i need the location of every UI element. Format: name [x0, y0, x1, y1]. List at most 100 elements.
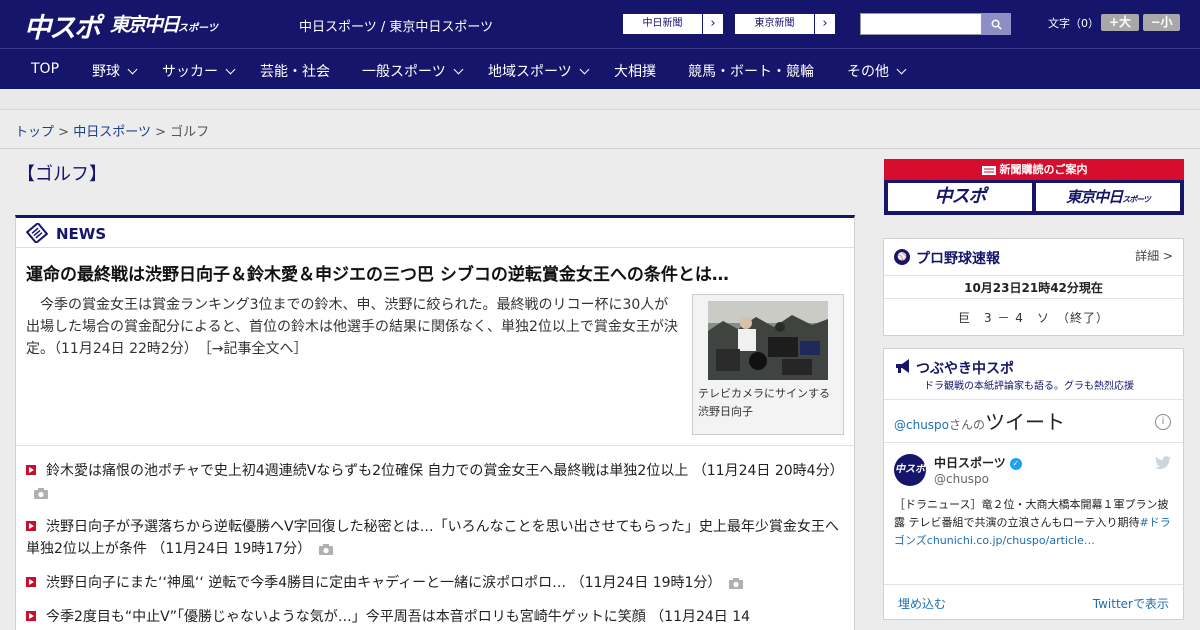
lead-photo[interactable] [708, 301, 828, 380]
baseball-scores-widget: ⚾ プロ野球速報 詳細 > 10月23日21時42分現在 巨 3 － 4 ソ （… [883, 238, 1184, 336]
font-smaller-button[interactable]: −小 [1143, 14, 1180, 31]
search-input[interactable] [860, 13, 982, 35]
tokyo-chunichi-logo-small: スポーツ [178, 23, 218, 34]
nav-label: その他 [847, 64, 889, 80]
subscription-banner[interactable]: 新聞購読のご案内 中スポ 東京中日スポーツ [884, 159, 1184, 215]
embed-link[interactable]: 埋め込む [898, 595, 946, 612]
divider [16, 445, 854, 446]
tweet-author-name[interactable]: 中日スポーツ ✓ [934, 454, 1022, 471]
nav-label: 芸能・社会 [260, 64, 330, 80]
subscription-header-text: 新聞購読のご案内 [999, 163, 1088, 176]
bullet-icon [26, 577, 36, 587]
lead-article-title[interactable]: 運命の最終戦は渋野日向子＆鈴木愛＆申ジエの三つ巴 シブコの逆転賞金女王への条件と… [26, 260, 826, 285]
subscription-header: 新聞購読のご案内 [884, 159, 1184, 180]
breadcrumb-current: ゴルフ [170, 125, 210, 140]
nav-item-entertainment[interactable]: 芸能・社会 [260, 61, 330, 81]
news-list-item[interactable]: 鈴木愛は痛恨の池ポチャで史上初4週連続Vならずも2位確保 自力での賞金女王へ最終… [26, 460, 846, 504]
view-on-twitter-link[interactable]: Twitterで表示 [1093, 595, 1169, 612]
baseball-score[interactable]: 巨 3 － 4 ソ （終了） [884, 309, 1183, 326]
nav-item-regional-sports[interactable]: 地域スポーツ [488, 61, 590, 81]
news-item-text: 今季2度目も“中止V”「優勝じゃないような気が…」今平周吾は本音ポロリも宮崎牛ゲ… [46, 609, 751, 625]
twitter-widget-subtitle: ドラ観戦の本紙評論家も語る。グラも熱烈応援 [924, 381, 1134, 392]
tokyo-chunichi-logo[interactable]: 東京中日スポーツ [110, 10, 218, 37]
main-nav: TOP 野球 サッカー 芸能・社会 一般スポーツ 地域スポーツ 大相撲 競馬・ボ… [0, 48, 1200, 89]
news-header: NEWS [16, 218, 854, 248]
tokyo-shimbun-label: 東京新聞 [735, 14, 815, 34]
verified-icon: ✓ [1009, 457, 1022, 470]
megaphone-icon [896, 359, 909, 373]
subscription-tokyo-logo-small: スポーツ [1122, 195, 1151, 204]
chunichi-shimbun-label: 中日新聞 [623, 14, 703, 34]
news-item-text: 渋野日向子にまた‘‘神風‘‘ 逆転で今季4勝目に定由キャディーと一緒に涙ポロポロ… [46, 575, 722, 591]
breadcrumb-section-link[interactable]: 中日スポーツ [73, 125, 151, 140]
news-list-item[interactable]: 渋野日向子が予選落ちから逆転優勝へV字回復した秘密とは…「いろんなことを思い出さ… [26, 516, 846, 560]
nav-item-top[interactable]: TOP [31, 61, 59, 77]
chunichi-shimbun-button[interactable]: 中日新聞 › [622, 13, 724, 35]
news-list-item[interactable]: 渋野日向子にまた‘‘神風‘‘ 逆転で今季4勝目に定由キャディーと一緒に涙ポロポロ… [26, 572, 846, 594]
chevron-down-icon [127, 64, 138, 75]
nav-item-general-sports[interactable]: 一般スポーツ [362, 61, 464, 81]
lead-photo-caption: テレビカメラにサインする渋野日向子 [698, 387, 830, 418]
nav-label: 大相撲 [614, 64, 656, 80]
twitter-widget: つぶやき中スポ ドラ観戦の本紙評論家も語る。グラも熱烈応援 @chuspoさんの… [883, 348, 1184, 620]
chuspo-logo[interactable]: 中スポ [24, 6, 101, 45]
baseball-scores-title: プロ野球速報 [916, 251, 1000, 267]
chevron-right-icon: › [710, 16, 716, 31]
info-icon[interactable]: i [1155, 414, 1171, 430]
chevron-down-icon [225, 64, 236, 75]
tokyo-chunichi-logo-text: 東京中日 [110, 14, 180, 36]
nav-item-sumo[interactable]: 大相撲 [614, 61, 656, 81]
twitter-widget-title: つぶやき中スポ [916, 361, 1014, 377]
site-header: 中スポ 東京中日スポーツ 中日スポーツ / 東京中日スポーツ 中日新聞 › 東京… [0, 0, 1200, 48]
font-size-label: 文字（0） [1048, 17, 1099, 30]
newspaper-icon [26, 223, 48, 243]
breadcrumb-separator: > [155, 125, 166, 140]
news-list: 鈴木愛は痛恨の池ポチャで史上初4週連続Vならずも2位確保 自力での賞金女王へ最終… [26, 460, 846, 630]
chevron-down-icon [579, 64, 590, 75]
nav-label: 競馬・ボート・競輪 [688, 64, 814, 80]
tweet-author-name-text: 中日スポーツ [934, 456, 1006, 470]
nav-item-baseball[interactable]: 野球 [92, 61, 138, 81]
site-name: 中日スポーツ / 東京中日スポーツ [299, 20, 494, 35]
news-list-item[interactable]: 今季2度目も“中止V”「優勝じゃないような気が…」今平周吾は本音ポロリも宮崎牛ゲ… [26, 606, 846, 628]
tweet-text: ［ドラニュース］竜２位・大商大橋本開幕１軍プラン披露 テレビ番組で共演の立浪さん… [894, 496, 1174, 550]
nav-item-other[interactable]: その他 [847, 61, 907, 81]
lead-article-body[interactable]: 今季の賞金女王は賞金ランキング3位までの鈴木、申、渋野に絞られた。最終戦のリコー… [26, 294, 678, 360]
breadcrumb: トップ > 中日スポーツ > ゴルフ [15, 121, 209, 140]
divider [884, 584, 1183, 585]
baseball-detail-link[interactable]: 詳細 > [1135, 247, 1173, 264]
subscription-tokyo-logo[interactable]: 東京中日スポーツ [1036, 183, 1180, 211]
baseball-update-time: 10月23日21時42分現在 [884, 275, 1183, 299]
tokyo-shimbun-button[interactable]: 東京新聞 › [734, 13, 836, 35]
tweet-author-handle[interactable]: @chuspo [934, 472, 989, 486]
chevron-down-icon [896, 64, 907, 75]
news-heading: NEWS [56, 225, 107, 243]
news-item-text: 渋野日向子が予選落ちから逆転優勝へV字回復した秘密とは…「いろんなことを思い出さ… [26, 519, 839, 557]
newspaper-icon [981, 165, 996, 175]
search-button[interactable] [982, 13, 1011, 35]
tweets-handle-link[interactable]: @chuspo [894, 418, 949, 432]
nav-label: サッカー [162, 64, 218, 80]
subscription-chuspo-logo[interactable]: 中スポ [888, 183, 1032, 211]
tweets-heading: @chuspoさんのツイート [894, 406, 1065, 435]
nav-item-soccer[interactable]: サッカー [162, 61, 236, 81]
font-larger-button[interactable]: +大 [1101, 14, 1139, 31]
nav-label: 一般スポーツ [362, 64, 446, 80]
search-icon [991, 19, 1002, 30]
nav-label: 地域スポーツ [488, 64, 572, 80]
tweet-link[interactable]: chunichi.co.jp/chuspo/article… [927, 534, 1095, 547]
breadcrumb-separator: > [58, 125, 70, 140]
lead-photo-box: テレビカメラにサインする渋野日向子 [692, 294, 844, 435]
camera-icon [319, 543, 334, 555]
tweets-handle-suffix: さんの [949, 418, 986, 432]
nav-item-racing[interactable]: 競馬・ボート・競輪 [688, 61, 814, 81]
tweets-heading-text: ツイート [985, 410, 1066, 434]
bullet-icon [26, 465, 36, 475]
tweet-timeline: @chuspoさんのツイート i 中スポ 中日スポーツ ✓ @chuspo ［ドラ… [884, 399, 1183, 621]
breadcrumb-home-link[interactable]: トップ [15, 125, 54, 140]
bullet-icon [26, 521, 36, 531]
news-section: NEWS 運命の最終戦は渋野日向子＆鈴木愛＆申ジエの三つ巴 シブコの逆転賞金女王… [15, 215, 855, 630]
avatar[interactable]: 中スポ [894, 454, 926, 486]
twitter-bird-icon[interactable] [1155, 456, 1171, 470]
page-title: 【ゴルフ】 [17, 164, 107, 185]
